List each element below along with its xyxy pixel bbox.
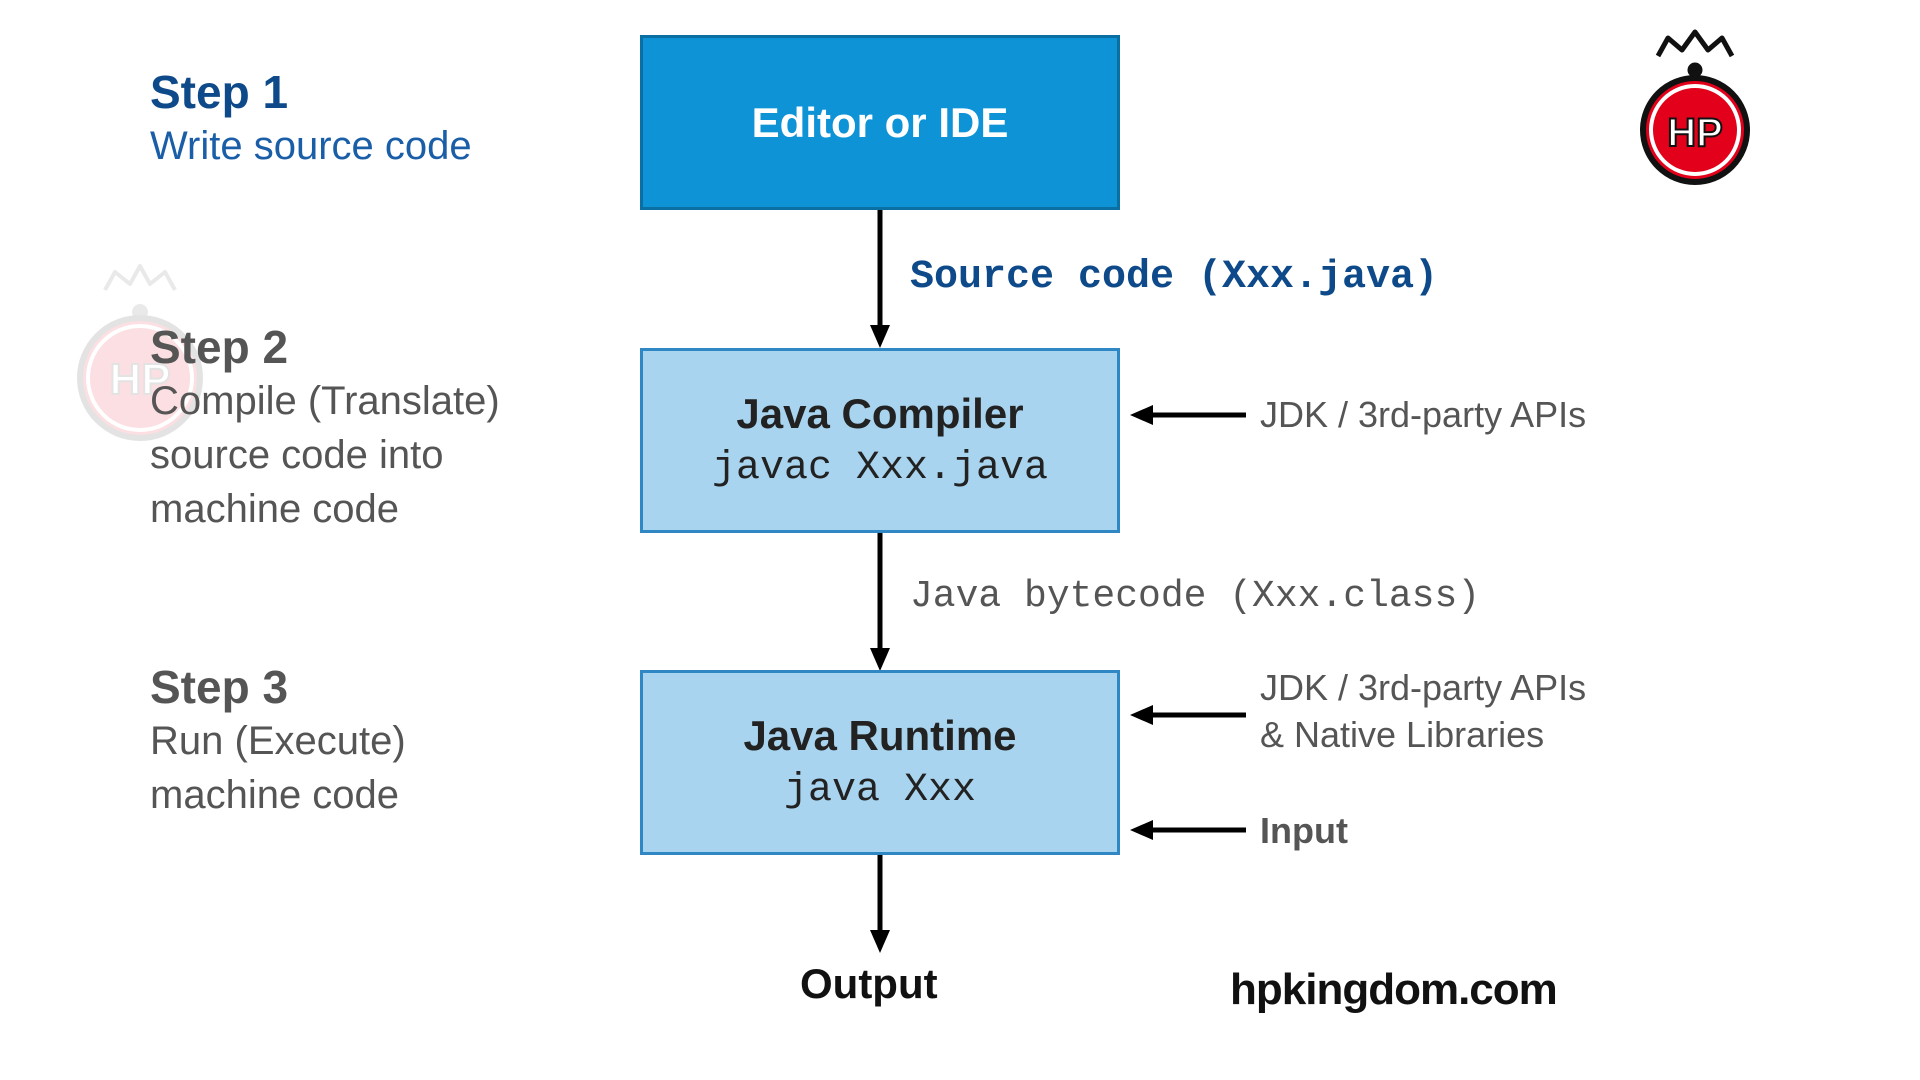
box-compiler-cmd: javac Xxx.java bbox=[712, 446, 1048, 491]
arrow-apis-runtime bbox=[1128, 700, 1248, 730]
step3-sub: Run (Execute) machine code bbox=[150, 714, 406, 822]
arrow-compiler-runtime bbox=[870, 533, 890, 673]
box-editor-title: Editor or IDE bbox=[752, 99, 1009, 147]
arrow-input-runtime bbox=[1128, 815, 1248, 845]
step3-block: Step 3 Run (Execute) machine code bbox=[150, 660, 406, 822]
brand-text: hpkingdom.com bbox=[1230, 965, 1557, 1015]
label-apis-runtime: JDK / 3rd-party APIs & Native Libraries bbox=[1260, 665, 1586, 759]
step2-sub: Compile (Translate) source code into mac… bbox=[150, 374, 500, 536]
label-input: Input bbox=[1260, 808, 1348, 855]
box-compiler: Java Compiler javac Xxx.java bbox=[640, 348, 1120, 533]
box-runtime-cmd: java Xxx bbox=[784, 768, 976, 813]
box-runtime: Java Runtime java Xxx bbox=[640, 670, 1120, 855]
box-compiler-title: Java Compiler bbox=[736, 390, 1023, 438]
label-apis-compiler: JDK / 3rd-party APIs bbox=[1260, 392, 1586, 439]
hp-logo: HP bbox=[1620, 28, 1770, 193]
box-editor: Editor or IDE bbox=[640, 35, 1120, 210]
step1-block: Step 1 Write source code bbox=[150, 65, 472, 173]
step3-head: Step 3 bbox=[150, 660, 406, 714]
step1-head: Step 1 bbox=[150, 65, 472, 119]
step2-head: Step 2 bbox=[150, 320, 500, 374]
arrow-runtime-output bbox=[870, 855, 890, 955]
label-output: Output bbox=[800, 960, 938, 1008]
label-source-code: Source code (Xxx.java) bbox=[910, 255, 1438, 300]
arrow-editor-compiler bbox=[870, 210, 890, 350]
arrow-apis-compiler bbox=[1128, 400, 1248, 430]
box-runtime-title: Java Runtime bbox=[743, 712, 1016, 760]
label-bytecode: Java bytecode (Xxx.class) bbox=[910, 575, 1480, 618]
step2-block: Step 2 Compile (Translate) source code i… bbox=[150, 320, 500, 536]
logo-text-icon: HP bbox=[1667, 111, 1723, 155]
step1-sub: Write source code bbox=[150, 119, 472, 173]
